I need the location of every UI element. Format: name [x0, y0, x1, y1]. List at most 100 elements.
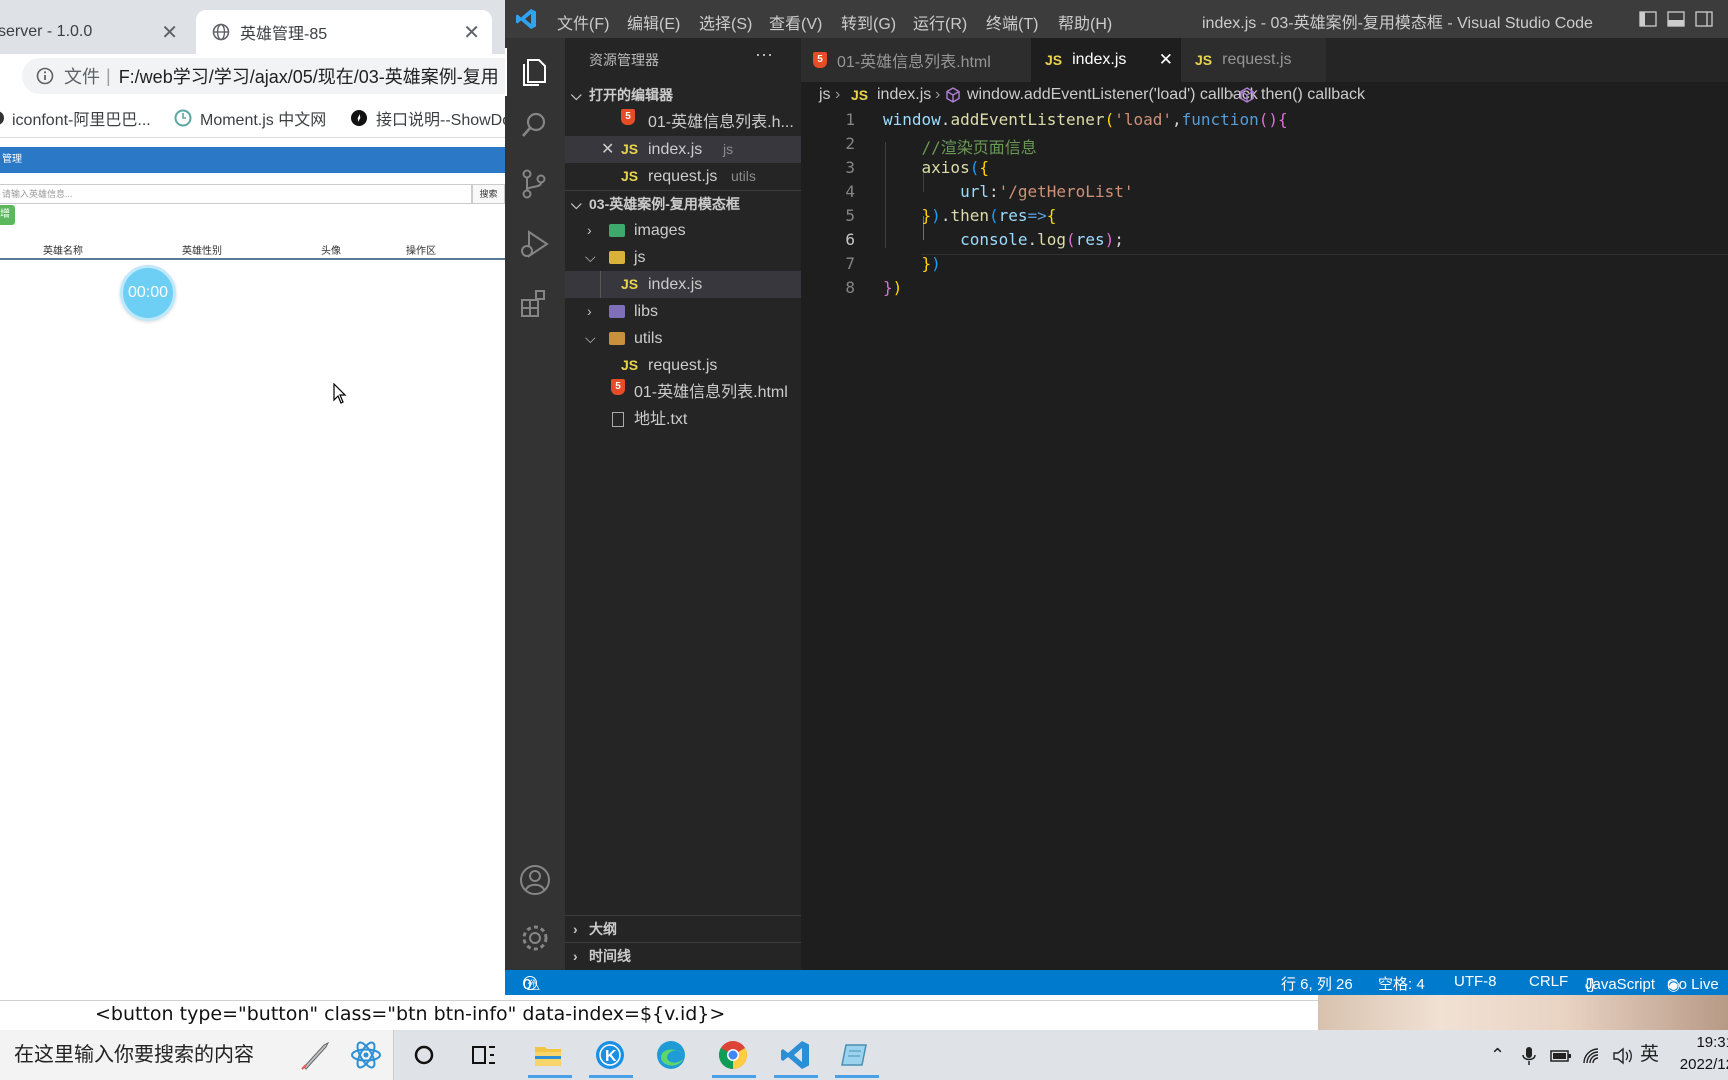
close-icon[interactable]: ✕ — [601, 136, 614, 163]
edge-icon[interactable] — [655, 1039, 687, 1071]
tree-file-indexjs[interactable]: JS index.js — [565, 271, 801, 298]
code-line: axios({ — [921, 158, 989, 177]
open-editors-header[interactable]: ⌵ 打开的编辑器 — [565, 82, 801, 109]
search-button[interactable]: 搜索 — [472, 184, 505, 204]
clock-date: 2022/12 — [1679, 1056, 1728, 1073]
iconfont-icon — [0, 111, 4, 125]
browser-tab-server[interactable]: server - 1.0.0 ✕ — [0, 10, 190, 54]
kugou-icon[interactable]: K — [594, 1039, 626, 1071]
navbar-title: 管理 — [2, 154, 22, 165]
outline-header[interactable]: › 大纲 — [565, 915, 801, 942]
more-actions-icon[interactable]: ··· — [755, 44, 773, 65]
explorer-icon[interactable] — [519, 54, 549, 86]
wifi-icon[interactable] — [1582, 1030, 1604, 1080]
file-label: index.js — [648, 276, 703, 293]
gear-icon[interactable] — [519, 922, 551, 954]
tree-folder-images[interactable]: › images — [565, 217, 801, 244]
active-app-indicator — [835, 1075, 879, 1078]
atom-icon[interactable] — [350, 1039, 382, 1071]
file-explorer-icon[interactable] — [532, 1039, 564, 1071]
breadcrumb-item[interactable]: then() callback — [1261, 86, 1365, 104]
section-label: 时间线 — [589, 948, 631, 964]
line-number: 6 — [845, 230, 855, 249]
file-label: request.js — [648, 357, 718, 374]
breadcrumb-item[interactable]: index.js — [877, 86, 931, 104]
info-icon[interactable] — [36, 67, 54, 85]
menu-help[interactable]: 帮助(H) — [1058, 10, 1112, 34]
menu-edit[interactable]: 编辑(E) — [627, 10, 680, 34]
accounts-icon[interactable] — [519, 864, 551, 896]
tree-folder-libs[interactable]: › libs — [565, 298, 801, 325]
breadcrumb: js › JS index.js › window.addEventListen… — [801, 82, 1728, 108]
open-editor-html[interactable]: 5 01-英雄信息列表.h... — [565, 109, 801, 136]
timeline-header[interactable]: › 时间线 — [565, 942, 801, 969]
active-indicator — [505, 48, 507, 96]
extensions-icon[interactable] — [519, 288, 549, 318]
run-debug-icon[interactable] — [519, 228, 551, 260]
code-line: }) — [921, 254, 941, 273]
battery-icon[interactable] — [1550, 1030, 1572, 1080]
chrome-icon[interactable] — [717, 1039, 749, 1071]
tree-file-requestjs[interactable]: JS request.js — [565, 352, 801, 379]
close-icon[interactable]: ✕ — [463, 20, 480, 45]
code-editor[interactable]: 1 window.addEventListener('load',functio… — [801, 108, 1728, 968]
tab-requestjs[interactable]: JS request.js — [1181, 38, 1326, 82]
recording-timer[interactable]: 00:00 — [120, 265, 176, 321]
breadcrumb-item[interactable]: js — [819, 86, 831, 104]
address-bar[interactable]: 文件 | F:/web学习/学习/ajax/05/现在/03-英雄案例-复用 — [22, 58, 505, 94]
menu-terminal[interactable]: 终端(T) — [986, 10, 1038, 34]
cortana-icon[interactable] — [408, 1039, 440, 1071]
clock[interactable]: 19:31 2022/12 — [1666, 1032, 1728, 1078]
breadcrumb-item[interactable]: window.addEventListener('load') callback — [967, 86, 1258, 104]
chevron-up-icon[interactable]: ⌃ — [1490, 1030, 1505, 1080]
microphone-icon[interactable] — [1522, 1030, 1536, 1080]
close-icon[interactable]: ✕ — [161, 20, 178, 45]
explorer-sidebar: 资源管理器 ··· ⌵ 打开的编辑器 5 01-英雄信息列表.h... ✕ JS… — [565, 38, 801, 970]
hero-search-input[interactable]: 请输入英雄信息... — [0, 184, 472, 204]
file-hint: utils — [731, 168, 756, 184]
chevron-right-icon: › — [587, 222, 592, 238]
open-editor-indexjs[interactable]: ✕ JS index.js js — [565, 136, 801, 163]
open-editor-requestjs[interactable]: JS request.js utils — [565, 163, 801, 190]
tree-file-html[interactable]: 5 01-英雄信息列表.html — [565, 379, 801, 406]
menu-file[interactable]: 文件(F) — [557, 10, 609, 34]
browser-tab-hero[interactable]: 英雄管理-85 ✕ — [196, 10, 492, 54]
tab-html[interactable]: 5 01-英雄信息列表.html — [801, 38, 1031, 82]
tree-folder-utils[interactable]: ⌵ utils — [565, 325, 801, 352]
close-icon[interactable]: ✕ — [1159, 50, 1173, 70]
task-view-icon[interactable] — [468, 1039, 500, 1071]
toggle-sidebar-icon[interactable] — [1639, 11, 1657, 27]
line-ending[interactable]: CRLF — [1529, 973, 1568, 990]
rocket-icon[interactable] — [300, 1039, 332, 1071]
menu-view[interactable]: 查看(V) — [769, 10, 822, 34]
bookmark-showdoc[interactable]: 接口说明--ShowDoc — [350, 106, 505, 130]
ime-indicator[interactable]: 英 — [1640, 1030, 1659, 1080]
taskbar-search-input[interactable]: 在这里输入你要搜索的内容 — [0, 1030, 394, 1080]
js-file-icon: JS — [621, 276, 639, 292]
notes-app-icon[interactable] — [840, 1039, 872, 1071]
menu-go[interactable]: 转到(G) — [841, 10, 896, 34]
toggle-panel-icon[interactable] — [1667, 11, 1685, 27]
vscode-taskbar-icon[interactable] — [779, 1039, 811, 1071]
folder-header[interactable]: ⌵ 03-英雄案例-复用模态框 — [565, 190, 801, 217]
encoding[interactable]: UTF-8 — [1454, 973, 1497, 990]
js-folder-icon — [609, 251, 625, 264]
volume-icon[interactable] — [1612, 1030, 1634, 1080]
toggle-secondary-sidebar-icon[interactable] — [1695, 11, 1713, 27]
bookmark-iconfont[interactable]: iconfont-阿里巴巴... — [0, 106, 151, 130]
bookmark-momentjs[interactable]: Moment.js 中文网 — [174, 106, 326, 130]
source-control-icon[interactable] — [519, 168, 549, 200]
add-hero-button[interactable]: 增 — [0, 205, 15, 225]
menu-selection[interactable]: 选择(S) — [699, 10, 752, 34]
indentation[interactable]: 空格: 4 — [1378, 973, 1425, 994]
cursor-position[interactable]: 行 6, 列 26 — [1281, 973, 1353, 994]
chevron-right-icon: › — [1229, 86, 1235, 103]
search-icon[interactable] — [519, 110, 549, 140]
menu-run[interactable]: 运行(R) — [913, 10, 967, 34]
tree-folder-js[interactable]: ⌵ js — [565, 244, 801, 271]
tab-indexjs[interactable]: JS index.js ✕ — [1031, 38, 1181, 82]
tree-file-txt[interactable]: 地址.txt — [565, 406, 801, 433]
js-file-icon: JS — [1195, 52, 1213, 68]
bookmark-label: Moment.js 中文网 — [200, 112, 327, 129]
section-label: 03-英雄案例-复用模态框 — [589, 196, 740, 212]
